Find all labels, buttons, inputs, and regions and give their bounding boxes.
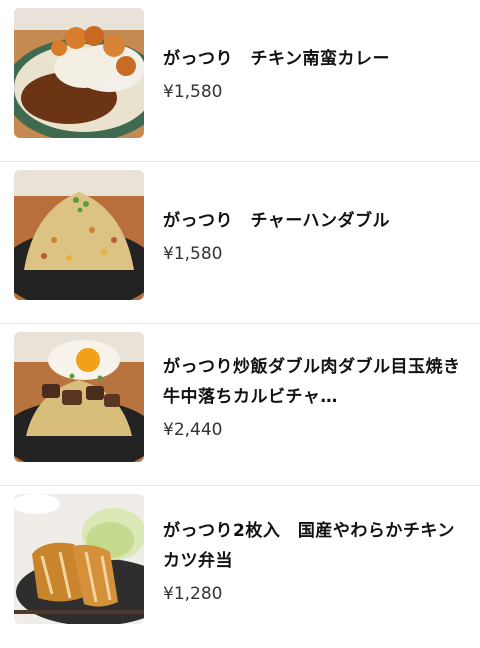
item-text: がっつり2枚入 国産やわらかチキンカツ弁当 ¥1,280 <box>163 516 466 606</box>
menu-item[interactable]: がっつり炒飯ダブル肉ダブル目玉焼き 牛中落ちカルビチャ… ¥2,440 <box>0 324 480 486</box>
item-name: がっつり炒飯ダブル肉ダブル目玉焼き 牛中落ちカルビチャ… <box>163 357 466 407</box>
item-price: ¥2,440 <box>163 420 223 440</box>
item-price: ¥1,580 <box>163 244 223 264</box>
item-name: がっつり チャーハンダブル <box>163 211 390 231</box>
item-name: がっつり2枚入 国産やわらかチキンカツ弁当 <box>163 521 455 571</box>
fried-rice-double-image[interactable] <box>14 170 144 300</box>
item-price: ¥1,280 <box>163 584 223 604</box>
item-name: がっつり チキン南蛮カレー <box>163 49 390 69</box>
menu-item[interactable]: がっつり2枚入 国産やわらかチキンカツ弁当 ¥1,280 <box>0 486 480 648</box>
fried-rice-beef-egg-image[interactable] <box>14 332 144 462</box>
menu-list: がっつり チキン南蛮カレー ¥1,580 がっつり チャーハンダブル ¥1,58… <box>0 0 480 635</box>
item-price: ¥1,580 <box>163 82 223 102</box>
item-text: がっつり チキン南蛮カレー ¥1,580 <box>163 44 466 104</box>
item-text: がっつり チャーハンダブル ¥1,580 <box>163 206 466 266</box>
item-text: がっつり炒飯ダブル肉ダブル目玉焼き 牛中落ちカルビチャ… ¥2,440 <box>163 352 466 442</box>
chicken-katsu-bento-image[interactable] <box>14 494 144 624</box>
chicken-nanban-curry-image[interactable] <box>14 8 144 138</box>
menu-item[interactable]: がっつり チャーハンダブル ¥1,580 <box>0 162 480 324</box>
menu-item[interactable]: がっつり チキン南蛮カレー ¥1,580 <box>0 0 480 162</box>
